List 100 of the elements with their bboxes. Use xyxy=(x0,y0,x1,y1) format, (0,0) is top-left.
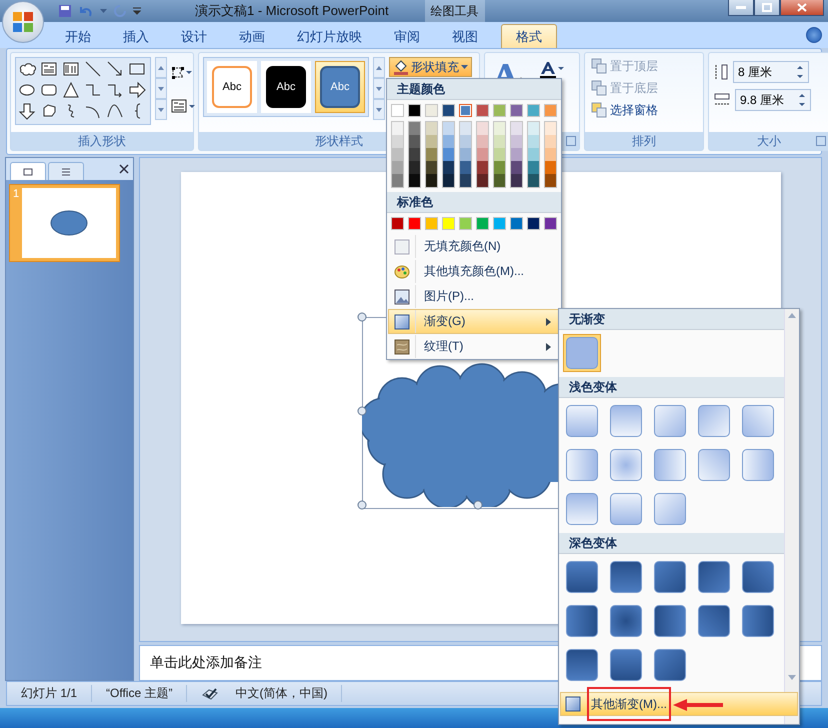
close-button[interactable] xyxy=(780,0,824,16)
color-swatch[interactable] xyxy=(528,122,539,135)
ribbon-tab[interactable]: 格式 xyxy=(501,24,557,48)
gallery-scroll-button[interactable] xyxy=(373,99,385,120)
gradient-option[interactable] xyxy=(563,646,601,684)
color-swatch[interactable] xyxy=(426,174,437,187)
color-swatch[interactable] xyxy=(477,174,488,187)
menu-item[interactable]: 渐变(G) xyxy=(388,309,560,334)
up-arrow-icon[interactable] xyxy=(788,313,796,318)
gradient-option[interactable] xyxy=(695,602,733,640)
office-button[interactable] xyxy=(2,1,44,43)
ribbon-tab[interactable]: 动画 xyxy=(224,24,280,48)
gradient-option[interactable] xyxy=(607,602,645,640)
shape-style-tile[interactable]: Abc xyxy=(315,61,365,113)
color-swatch[interactable] xyxy=(545,148,556,161)
dialog-launcher-icon[interactable] xyxy=(816,136,826,146)
customize-toolbar-icon[interactable] xyxy=(133,7,141,15)
color-swatch[interactable] xyxy=(392,174,403,187)
color-swatch[interactable] xyxy=(510,217,523,230)
ribbon-tab[interactable]: 审阅 xyxy=(379,24,435,48)
color-swatch[interactable] xyxy=(545,161,556,174)
color-swatch[interactable] xyxy=(460,135,471,148)
color-swatch[interactable] xyxy=(443,135,454,148)
save-icon[interactable] xyxy=(58,4,72,18)
shape-icon[interactable] xyxy=(84,60,102,78)
color-swatch[interactable] xyxy=(511,161,522,174)
undo-icon[interactable] xyxy=(78,4,94,18)
size-field[interactable]: 8 厘米 xyxy=(733,61,809,83)
color-swatch[interactable] xyxy=(443,122,454,135)
color-swatch[interactable] xyxy=(409,148,420,161)
color-swatch[interactable] xyxy=(460,122,471,135)
gradient-option[interactable] xyxy=(563,558,601,596)
color-swatch[interactable] xyxy=(425,217,438,230)
dialog-launcher-icon[interactable] xyxy=(566,136,576,146)
color-swatch[interactable] xyxy=(426,135,437,148)
ribbon-tab[interactable]: 插入 xyxy=(108,24,164,48)
gradient-option[interactable] xyxy=(695,558,733,596)
color-swatch[interactable] xyxy=(494,148,505,161)
gallery-scroll-button[interactable] xyxy=(155,57,167,78)
color-swatch[interactable] xyxy=(392,135,403,148)
color-swatch[interactable] xyxy=(443,174,454,187)
shape-icon[interactable] xyxy=(62,81,80,99)
gradient-option[interactable] xyxy=(651,602,689,640)
color-swatch[interactable] xyxy=(442,217,455,230)
gallery-scroll-button[interactable] xyxy=(155,78,167,99)
spellcheck-icon[interactable] xyxy=(201,686,220,700)
color-swatch[interactable] xyxy=(477,148,488,161)
spinner-icon[interactable] xyxy=(798,93,806,107)
color-swatch[interactable] xyxy=(477,122,488,135)
text-box-icon[interactable] xyxy=(171,99,195,113)
color-swatch[interactable] xyxy=(408,104,421,117)
color-swatch[interactable] xyxy=(408,217,421,230)
resize-handle[interactable] xyxy=(356,312,366,322)
shape-icon[interactable] xyxy=(62,60,80,78)
minimize-button[interactable] xyxy=(728,0,754,16)
gallery-scroll-button[interactable] xyxy=(155,99,167,120)
color-swatch[interactable] xyxy=(510,104,523,117)
color-swatch[interactable] xyxy=(443,148,454,161)
color-swatch[interactable] xyxy=(426,161,437,174)
gradient-option[interactable] xyxy=(739,602,777,640)
color-swatch[interactable] xyxy=(528,135,539,148)
color-swatch[interactable] xyxy=(544,217,557,230)
color-swatch[interactable] xyxy=(493,217,506,230)
gallery-scroll-button[interactable] xyxy=(373,57,385,78)
color-swatch[interactable] xyxy=(493,104,506,117)
ribbon-tab[interactable]: 视图 xyxy=(437,24,493,48)
color-swatch[interactable] xyxy=(494,122,505,135)
color-swatch[interactable] xyxy=(409,161,420,174)
help-icon[interactable] xyxy=(806,27,822,43)
color-swatch[interactable] xyxy=(528,174,539,187)
edit-points-icon[interactable] xyxy=(171,65,195,79)
color-swatch[interactable] xyxy=(545,174,556,187)
shape-icon[interactable] xyxy=(18,102,36,120)
shape-icon[interactable] xyxy=(106,102,124,120)
gradient-option[interactable] xyxy=(651,646,689,684)
color-swatch[interactable] xyxy=(460,161,471,174)
menu-item[interactable]: 图片(P)... xyxy=(388,284,560,309)
color-swatch[interactable] xyxy=(459,104,472,117)
menu-item[interactable]: 无填充颜色(N) xyxy=(388,234,560,259)
color-swatch[interactable] xyxy=(527,104,540,117)
color-swatch[interactable] xyxy=(391,104,404,117)
size-field[interactable]: 9.8 厘米 xyxy=(735,89,811,111)
color-swatch[interactable] xyxy=(442,104,455,117)
spinner-icon[interactable] xyxy=(796,65,804,79)
color-swatch[interactable] xyxy=(511,122,522,135)
color-swatch[interactable] xyxy=(426,148,437,161)
outline-tab[interactable] xyxy=(48,162,84,180)
menu-item[interactable]: 其他填充颜色(M)... xyxy=(388,259,560,284)
gallery-scroll-button[interactable] xyxy=(373,78,385,99)
gradient-option[interactable] xyxy=(607,558,645,596)
color-swatch[interactable] xyxy=(477,161,488,174)
gradient-option[interactable] xyxy=(739,558,777,596)
color-swatch[interactable] xyxy=(527,217,540,230)
color-swatch[interactable] xyxy=(460,174,471,187)
arrange-button[interactable]: 选择窗格 xyxy=(589,99,660,121)
close-icon[interactable] xyxy=(119,164,129,174)
shape-icon[interactable] xyxy=(106,60,124,78)
more-gradients-item[interactable]: 其他渐变(M)... xyxy=(560,692,798,716)
color-swatch[interactable] xyxy=(426,122,437,135)
color-swatch[interactable] xyxy=(443,161,454,174)
